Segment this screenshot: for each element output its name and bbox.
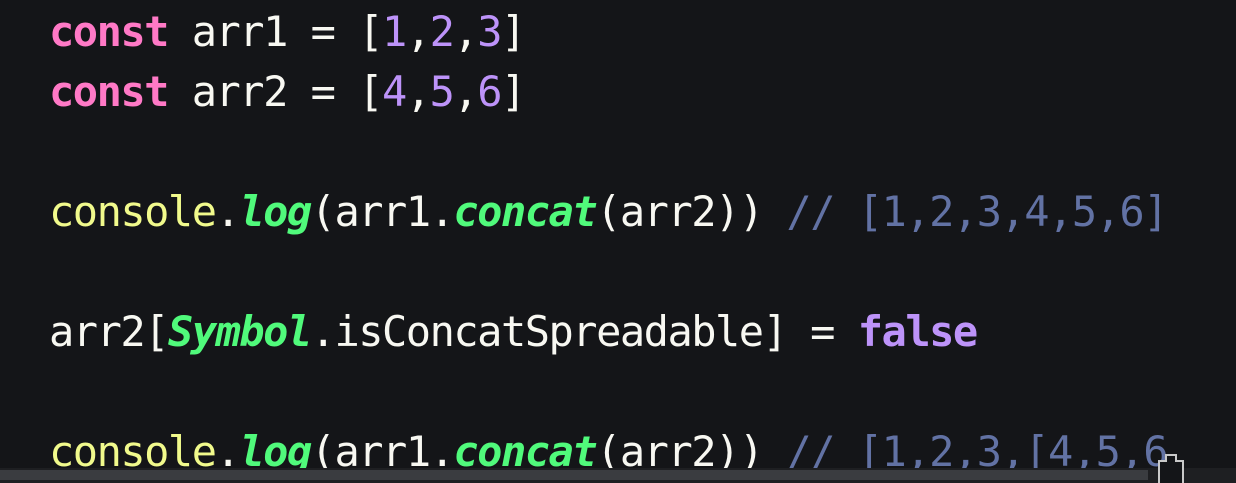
code-text: ] (501, 67, 526, 116)
code-text: (arr1. (310, 187, 455, 236)
log-method: log (239, 187, 312, 236)
code-comment: // [1,2,3,4,5,6] (786, 187, 1168, 236)
code-text: arr2 = [ (167, 67, 384, 116)
symbol-global: Symbol (167, 307, 312, 356)
number-literal: 5 (429, 67, 455, 116)
keyword-const: const (49, 67, 169, 116)
code-text: , (453, 67, 478, 116)
code-text: , (405, 67, 431, 116)
number-literal: 6 (477, 67, 502, 116)
code-line-6: arr2[Symbol.isConcatSpreadable] = false (49, 302, 978, 362)
code-text: arr1 = [ (167, 7, 384, 56)
code-editor[interactable]: const arr1 = [1,2,3] const arr2 = [4,5,6… (0, 0, 1236, 483)
console-object: console (49, 187, 217, 236)
code-text: arr2[ (49, 307, 169, 356)
concat-method: concat (453, 187, 597, 236)
window-restore-icon[interactable] (1158, 454, 1184, 483)
number-literal: 2 (429, 7, 455, 56)
code-text: , (405, 7, 431, 56)
code-text: .isConcatSpreadable] = (310, 307, 858, 356)
scrollbar-thumb[interactable] (0, 470, 1148, 480)
boolean-literal: false (857, 307, 978, 356)
code-text: ] (501, 7, 526, 56)
number-literal: 1 (382, 7, 407, 56)
code-text: . (215, 187, 241, 236)
number-literal: 4 (382, 67, 407, 116)
horizontal-scrollbar[interactable] (0, 468, 1236, 483)
number-literal: 3 (477, 7, 502, 56)
code-text: (arr2)) (596, 187, 787, 236)
keyword-const: const (49, 7, 169, 56)
code-text: , (453, 7, 478, 56)
code-line-4: console.log(arr1.concat(arr2)) // [1,2,3… (49, 182, 1168, 242)
code-line-1: const arr1 = [1,2,3] (49, 2, 526, 62)
code-line-2: const arr2 = [4,5,6] (49, 62, 526, 122)
